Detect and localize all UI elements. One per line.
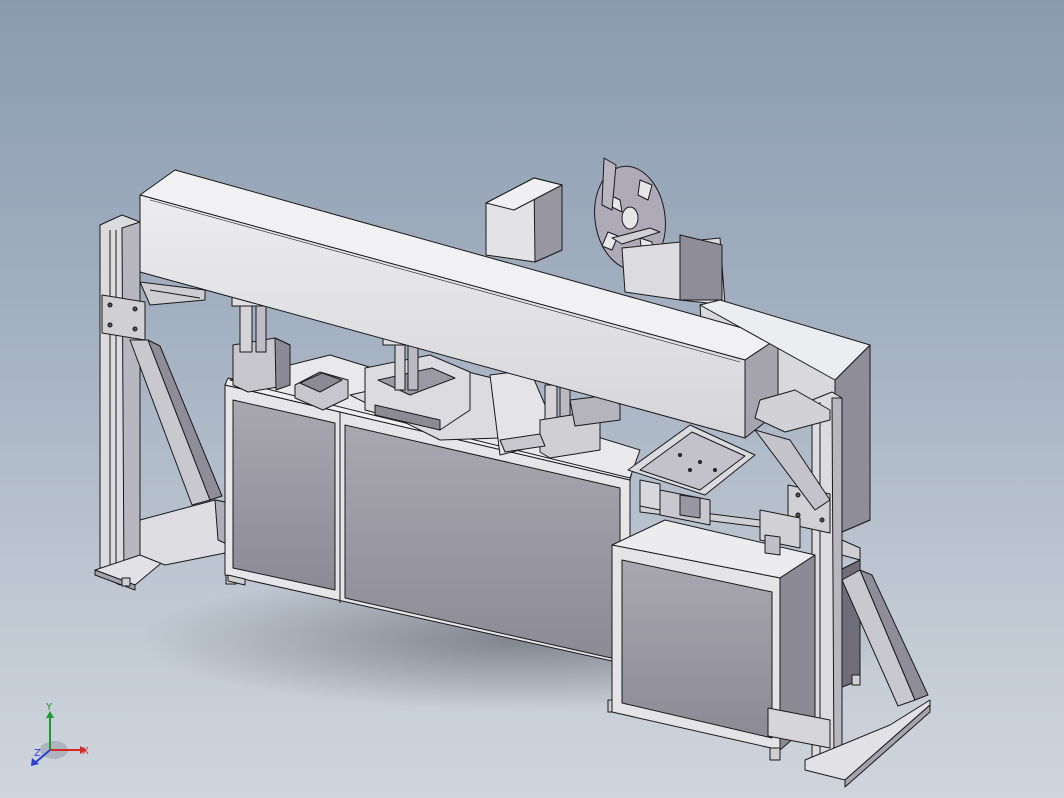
reference-triad: X Y Z xyxy=(31,702,89,766)
x-axis-label: X xyxy=(82,746,89,757)
y-axis-label: Y xyxy=(45,702,53,713)
feeder-cabinet[interactable] xyxy=(611,519,831,761)
graphics-viewport[interactable]: X Y Z xyxy=(0,0,1064,798)
machine-assembly-model[interactable] xyxy=(0,0,1064,798)
z-axis-label: Z xyxy=(34,748,41,759)
